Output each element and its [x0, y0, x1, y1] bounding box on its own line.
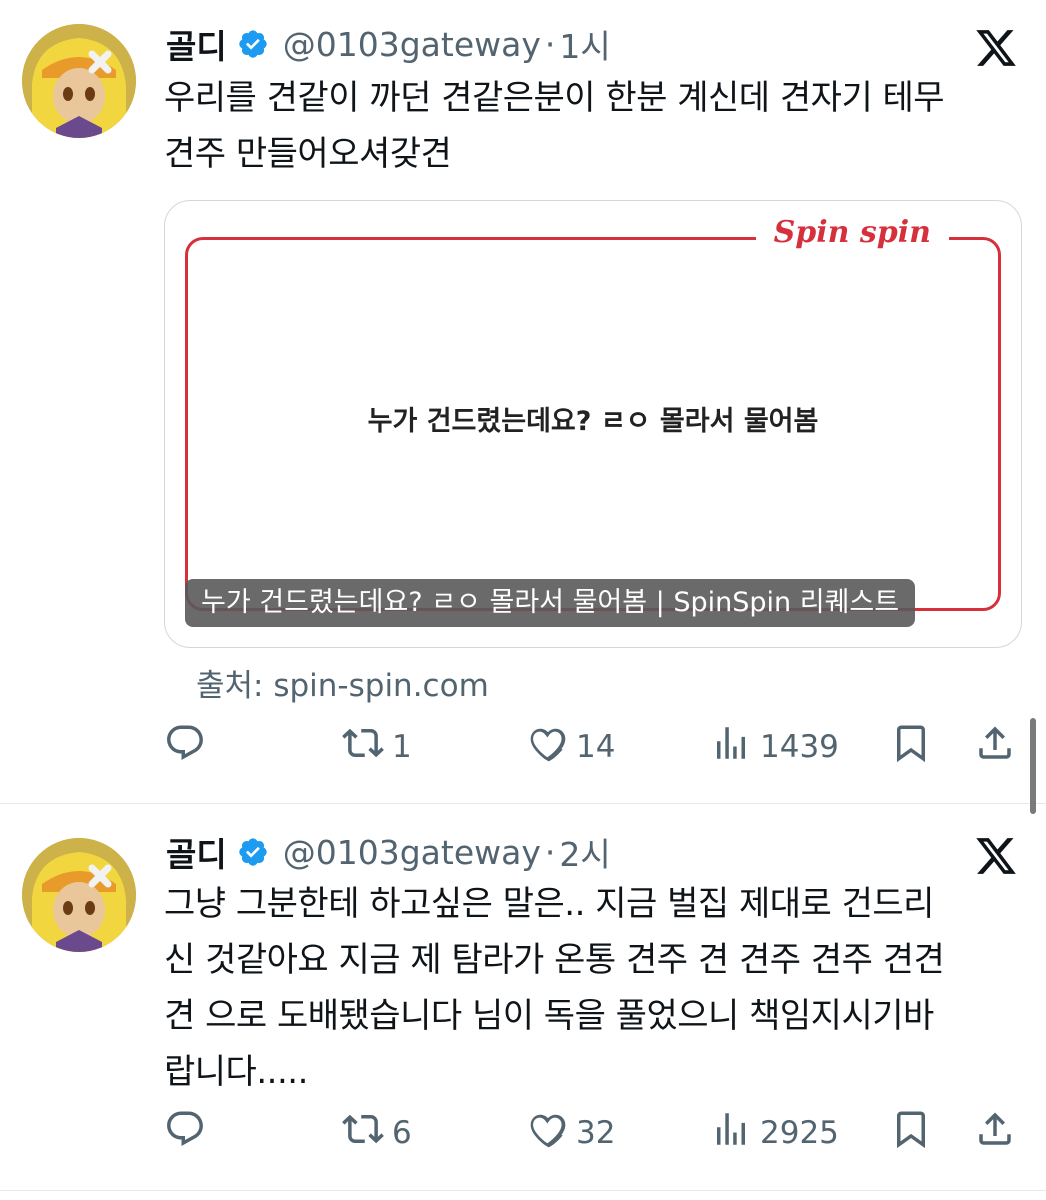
retweet-icon	[342, 722, 384, 772]
like-button[interactable]: 14	[526, 722, 615, 772]
bookmark-button[interactable]	[890, 722, 932, 772]
card-source[interactable]: 출처: spin-spin.com	[196, 660, 489, 705]
tweet-header: 골디 @0103gateway · 1시	[166, 20, 611, 68]
tweet-divider	[0, 1190, 1046, 1191]
timestamp[interactable]: 1시	[559, 20, 610, 68]
share-button[interactable]	[974, 1108, 1016, 1158]
views-icon	[710, 1108, 752, 1158]
share-button[interactable]	[974, 722, 1016, 772]
x-logo-icon[interactable]	[974, 26, 1018, 70]
link-card[interactable]: Spin spin 누가 건드렸는데요? ㄹㅇ 몰라서 물어봄 누가 건드렸는데…	[164, 200, 1022, 648]
retweet-count: 1	[392, 729, 412, 765]
tweet-text: 그냥 그분한테 하고싶은 말은.. 지금 벌집 제대로 건드리 신 것같아요 지…	[164, 884, 945, 1092]
share-icon	[974, 722, 1016, 772]
x-logo-icon[interactable]	[974, 834, 1018, 878]
like-button[interactable]: 32	[526, 1108, 615, 1158]
timeline: 골디 @0103gateway · 1시 우리를 견같이 까던 견같은분이 한분…	[0, 0, 1046, 1200]
verified-badge-icon	[237, 28, 269, 60]
views-icon	[710, 722, 752, 772]
handle[interactable]: @0103gateway	[283, 833, 541, 872]
retweet-icon	[342, 1108, 384, 1158]
verified-badge-icon	[237, 836, 269, 868]
separator: ·	[544, 24, 556, 64]
retweet-button[interactable]: 1	[342, 722, 412, 772]
bookmark-icon	[890, 1108, 932, 1158]
bookmark-icon	[890, 722, 932, 772]
bookmark-button[interactable]	[890, 1108, 932, 1158]
separator: ·	[544, 832, 556, 872]
card-caption: 누가 건드렸는데요? ㄹㅇ 몰라서 물어봄 | SpinSpin 리퀘스트	[185, 579, 916, 627]
display-name[interactable]: 골디	[166, 828, 227, 876]
like-icon	[526, 1108, 568, 1158]
card-brand-logo: Spin spin	[755, 215, 949, 250]
scrollbar[interactable]	[1030, 718, 1036, 814]
views-button[interactable]: 2925	[710, 1108, 839, 1158]
avatar[interactable]	[22, 838, 136, 952]
retweet-button[interactable]: 6	[342, 1108, 412, 1158]
tweet-divider	[0, 803, 1046, 804]
card-headline: 누가 건드렸는데요? ㄹㅇ 몰라서 물어봄	[367, 406, 819, 437]
tweet-text: 우리를 견같이 까던 견같은분이 한분 계신데 견자기 테무 견주 만들어오셔갖…	[164, 78, 945, 174]
action-bar: 6 32 2925	[164, 1108, 1024, 1158]
action-bar: 1 14 1439	[164, 722, 1024, 772]
views-count: 1439	[760, 729, 839, 765]
reply-icon	[164, 1108, 206, 1158]
reply-button[interactable]	[164, 722, 214, 772]
reply-icon	[164, 722, 206, 772]
timestamp[interactable]: 2시	[559, 828, 610, 876]
handle[interactable]: @0103gateway	[283, 25, 541, 64]
like-icon	[526, 722, 568, 772]
views-count: 2925	[760, 1115, 839, 1151]
tweet[interactable]: 골디 @0103gateway · 1시 우리를 견같이 까던 견같은분이 한분…	[0, 0, 1046, 800]
share-icon	[974, 1108, 1016, 1158]
tweet-header: 골디 @0103gateway · 2시	[166, 828, 611, 876]
reply-button[interactable]	[164, 1108, 214, 1158]
display-name[interactable]: 골디	[166, 20, 227, 68]
tweet[interactable]: 골디 @0103gateway · 2시 그냥 그분한테 하고싶은 말은.. 지…	[0, 806, 1046, 1200]
views-button[interactable]: 1439	[710, 722, 839, 772]
like-count: 32	[576, 1115, 616, 1151]
avatar[interactable]	[22, 24, 136, 138]
like-count: 14	[576, 729, 616, 765]
retweet-count: 6	[392, 1115, 412, 1151]
